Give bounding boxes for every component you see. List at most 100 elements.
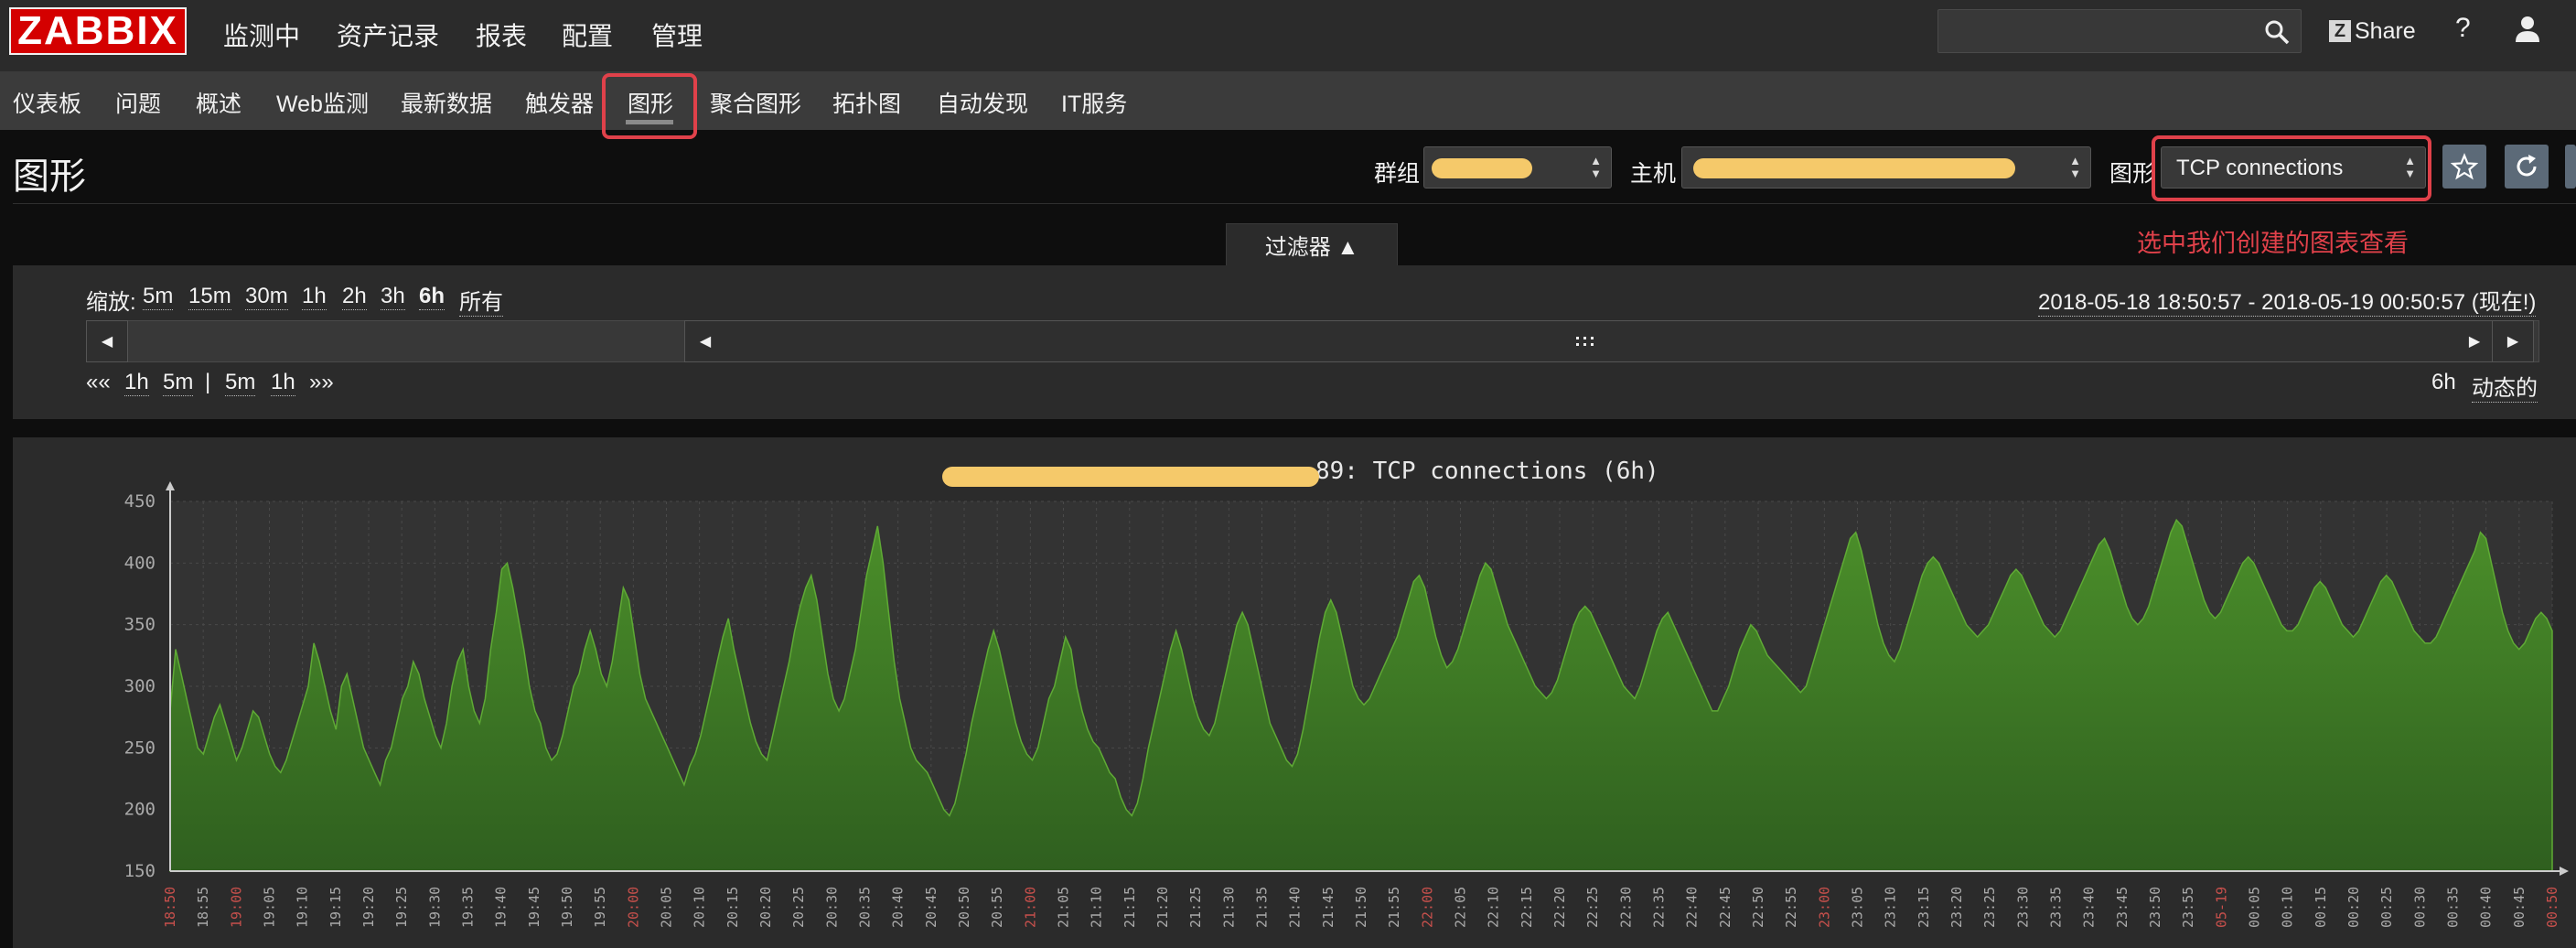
graph-label: 图形 [2109, 161, 2156, 187]
x-tick-label: 00:20 [2345, 887, 2362, 928]
x-tick-label: 23:25 [1981, 887, 1998, 928]
dynamic-toggle[interactable]: 动态的 [2472, 370, 2538, 403]
zoom-5m[interactable]: 5m [143, 284, 174, 310]
zoom-6h[interactable]: 6h [419, 284, 445, 310]
group-label: 群组 [1374, 161, 1421, 187]
x-tick-label: 23:10 [1883, 887, 1899, 928]
host-label: 主机 [1630, 161, 1677, 187]
x-tick-label: 19:30 [426, 887, 443, 928]
zabbix-logo[interactable]: ZABBIX [9, 7, 187, 55]
nav-jump-back[interactable]: «« [86, 370, 111, 395]
period-value: 6h [2431, 370, 2456, 394]
x-axis-arrow-icon [2560, 867, 2569, 876]
x-tick-label: 21:30 [1220, 887, 1237, 928]
nav-forward-1h[interactable]: 1h [271, 370, 295, 396]
menu-inventory[interactable]: 资产记录 [337, 16, 439, 53]
x-tick-label: 22:10 [1486, 887, 1502, 928]
x-tick-label: 21:05 [1056, 887, 1072, 928]
x-tick-label: 20:30 [823, 887, 840, 928]
y-tick-label: 200 [124, 800, 156, 820]
x-tick-label: 22:15 [1519, 887, 1535, 928]
x-tick-label: 22:05 [1453, 887, 1469, 928]
x-tick-label: 19:20 [360, 887, 377, 928]
select-arrows-icon: ▲ ▼ [2069, 154, 2081, 180]
redacted-host [1693, 158, 2015, 178]
triangle-left-icon: ◀ [101, 334, 113, 350]
refresh-button[interactable] [2505, 145, 2549, 189]
submenu-discovery[interactable]: 自动发现 [937, 86, 1028, 119]
nav-back-1h[interactable]: 1h [124, 370, 149, 396]
x-tick-label: 19:45 [526, 887, 542, 928]
drag-grip-icon [1576, 337, 1594, 346]
x-tick-label: 22:30 [1617, 887, 1634, 928]
filter-toggle-tab[interactable]: 过滤器 ▲ [1226, 223, 1398, 265]
x-tick-label: 05-19 [2213, 887, 2229, 928]
submenu-problems[interactable]: 问题 [115, 86, 161, 119]
y-tick-label: 400 [124, 553, 156, 573]
timeline-left-button[interactable]: ◀ [86, 320, 128, 362]
scrollbar-resize-left[interactable]: ◀ [684, 320, 726, 362]
menu-administration[interactable]: 管理 [651, 16, 703, 53]
x-tick-label: 19:00 [228, 887, 244, 928]
x-tick-label: 21:35 [1254, 887, 1271, 928]
time-range[interactable]: 2018-05-18 18:50:57 - 2018-05-19 00:50:5… [2038, 284, 2537, 317]
nav-separator: | [205, 370, 211, 394]
x-tick-label: 23:15 [1916, 887, 1932, 928]
submenu-dashboard[interactable]: 仪表板 [13, 86, 81, 119]
zoom-1h[interactable]: 1h [302, 284, 327, 310]
zoom-all[interactable]: 所有 [459, 284, 503, 317]
zoom-30m[interactable]: 30m [245, 284, 288, 310]
menu-configuration[interactable]: 配置 [562, 16, 613, 53]
submenu-triggers[interactable]: 触发器 [525, 86, 594, 119]
triangle-right-icon: ▶ [2468, 334, 2481, 350]
x-tick-label: 22:55 [1783, 887, 1799, 928]
x-tick-label: 23:45 [2114, 887, 2131, 928]
x-tick-label: 19:40 [493, 887, 510, 928]
x-tick-label: 23:05 [1850, 887, 1866, 928]
submenu-overview[interactable]: 概述 [196, 86, 242, 119]
submenu-latest-data[interactable]: 最新数据 [401, 86, 492, 119]
x-tick-label: 19:05 [262, 887, 278, 928]
x-tick-labels: 18:50 18:55 19:00 19:05 19:10 19:15 19:20 19:25… [162, 887, 2560, 928]
search-input[interactable] [1937, 9, 2302, 53]
search-icon[interactable] [2263, 18, 2291, 46]
x-tick-label: 22:50 [1750, 887, 1766, 928]
menu-reports[interactable]: 报表 [476, 16, 527, 53]
triangle-right-icon: ▶ [2506, 334, 2519, 350]
share-label: Share [2355, 17, 2416, 44]
zoom-2h[interactable]: 2h [342, 284, 367, 310]
group-select[interactable]: ▲ ▼ [1423, 146, 1612, 189]
x-tick-label: 00:40 [2478, 887, 2495, 928]
nav-back-5m[interactable]: 5m [163, 370, 194, 396]
submenu-maps[interactable]: 拓扑图 [832, 86, 901, 119]
timeline-right-button[interactable]: ▶ [2492, 320, 2534, 362]
zabbix-share-icon: Z [2329, 20, 2351, 42]
submenu-web[interactable]: Web监测 [276, 86, 369, 119]
x-tick-label: 20:50 [956, 887, 972, 928]
scrollbar-resize-right[interactable]: ▶ [2453, 320, 2496, 362]
nav-jump-forward[interactable]: »» [309, 370, 334, 395]
x-tick-label: 00:25 [2378, 887, 2395, 928]
add-to-favorites-button[interactable] [2442, 145, 2486, 189]
menu-monitoring[interactable]: 监测中 [223, 16, 300, 53]
y-tick-label: 350 [124, 615, 156, 635]
host-select[interactable]: ▲ ▼ [1681, 146, 2091, 189]
zoom-3h[interactable]: 3h [381, 284, 405, 310]
fullscreen-button[interactable] [2565, 145, 2576, 189]
x-tick-label: 23:55 [2180, 887, 2196, 928]
x-tick-label: 20:45 [923, 887, 939, 928]
zoom-15m[interactable]: 15m [188, 284, 231, 310]
help-icon[interactable]: ? [2455, 13, 2471, 44]
user-profile-icon[interactable] [2514, 15, 2541, 44]
y-tick-label: 450 [124, 491, 156, 512]
submenu-screens[interactable]: 聚合图形 [710, 86, 801, 119]
x-tick-label: 20:35 [857, 887, 874, 928]
submenu-it-services[interactable]: IT服务 [1061, 86, 1127, 119]
x-tick-label: 22:40 [1684, 887, 1701, 928]
nav-forward-5m[interactable]: 5m [225, 370, 256, 396]
share-button[interactable]: Z Share [2329, 15, 2416, 48]
triangle-left-icon: ◀ [699, 334, 712, 350]
x-tick-label: 19:35 [460, 887, 477, 928]
x-tick-label: 19:25 [393, 887, 410, 928]
scrollbar-grip[interactable] [1564, 320, 1606, 362]
